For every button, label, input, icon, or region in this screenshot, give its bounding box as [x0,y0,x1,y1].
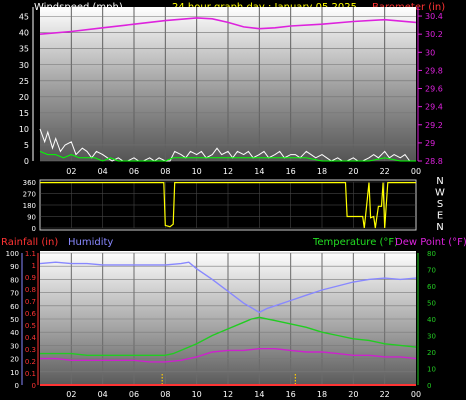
rainfall-tick-label: 0.6 [25,310,37,318]
time-tick-label: 04 [98,167,108,176]
time-tick-label: 22 [380,167,390,176]
humidity-tick-label: 70 [10,290,19,298]
humidity-tick-label: 40 [10,329,19,337]
direction-tick-label: 90 [27,214,36,222]
barometer-tick-label: 28.8 [425,157,443,166]
time-tick-label: 12 [223,390,233,399]
compass-label: N [436,176,443,187]
dewpoint-title: Dew Point (°F) [395,237,466,248]
rainfall-axis: 0 0.1 0.2 0.3 0.4 0.5 0.6 0.7 0.8 0.9 1 1.1 [25,250,39,390]
time-tick-label: 20 [348,390,358,399]
humidity-tick-label: 20 [10,356,19,364]
barometer-tick-label: 30.2 [425,30,443,39]
windspeed-axis: 0 5 10 15 20 25 30 35 40 45 [19,7,34,166]
time-tick-label: 12 [223,167,233,176]
temperature-tick-label: 20 [427,349,436,357]
humidity-title: Humidity [68,237,113,248]
direction-axis: 360 270 180 90 0 [23,179,36,233]
rainfall-tick-label: 0.1 [25,370,36,378]
time-tick-label: 02 [66,390,76,399]
rainfall-tick-label: 0.8 [25,286,36,294]
compass-label: E [437,211,443,222]
time-tick-label: 10 [192,167,202,176]
barometer-tick-label: 29.8 [425,66,443,75]
time-tick-label: 22 [380,390,390,399]
humidity-tick-label: 50 [10,316,19,324]
time-tick-label: 16 [286,167,296,176]
rainfall-tick-label: 0.7 [25,298,36,306]
time-tick-label: 14 [254,167,264,176]
rainfall-tick-label: 0.4 [25,334,37,342]
windspeed-tick-label: 20 [19,93,29,102]
windspeed-tick-label: 15 [19,109,29,118]
time-tick-label: 08 [160,390,170,399]
time-tick-label: 04 [98,390,108,399]
time-tick-label: 08 [160,167,170,176]
temperature-axis: 0 10 20 30 40 50 60 70 80 [417,250,436,390]
temperature-tick-label: 30 [427,333,436,341]
time-tick-label: 02 [66,167,76,176]
time-tick-label: 16 [286,390,296,399]
barometer-tick-label: 29.2 [425,121,443,130]
barometer-tick-label: 29.4 [425,103,443,112]
humidity-tick-label: 100 [6,250,19,258]
compass-labels: NWSEN [435,176,445,233]
time-tick-label: 00 [411,390,421,399]
humidity-tick-label: 60 [10,303,19,311]
barometer-tick-label: 29.6 [425,85,443,94]
temperature-title: Temperature (°F) [312,237,398,248]
windspeed-tick-label: 35 [19,45,29,54]
humidity-tick-label: 10 [10,369,19,377]
windspeed-tick-label: 30 [19,61,29,70]
windspeed-tick-label: 40 [19,29,29,38]
humidity-tick-label: 90 [10,263,19,271]
temperature-tick-label: 10 [427,366,436,374]
windspeed-tick-label: 0 [24,157,29,166]
rainfall-title: Rainfall (in) [1,237,58,248]
direction-tick-label: 180 [23,202,36,210]
windspeed-tick-label: 5 [24,141,29,150]
rainfall-tick-label: 0.2 [25,358,36,366]
rainfall-tick-label: 0 [32,382,36,390]
compass-label: W [435,188,445,199]
compass-label: S [437,199,443,210]
barometer-tick-label: 30.4 [425,12,443,21]
humidity-tick-label: 30 [10,342,19,350]
time-tick-label: 18 [317,167,327,176]
weather-graph: Windspeed (mph) 24 hour graph day : Janu… [1,2,466,399]
temperature-tick-label: 60 [427,283,436,291]
barometer-axis: 28.8 29 29.2 29.4 29.6 29.8 30 30.2 30.4 [417,7,443,166]
temperature-tick-label: 80 [427,250,436,258]
windspeed-tick-label: 45 [19,13,29,22]
compass-label: N [436,222,443,233]
rainfall-tick-label: 0.3 [25,346,36,354]
barometer-tick-label: 30 [425,48,435,57]
time-tick-label: 14 [254,390,264,399]
direction-tick-label: 0 [32,225,36,233]
temperature-tick-label: 70 [427,267,436,275]
humidity-tick-label: 80 [10,276,19,284]
rainfall-tick-label: 0.5 [25,322,36,330]
temperature-tick-label: 40 [427,316,436,324]
direction-tick-label: 270 [23,191,36,199]
barometer-tick-label: 29 [425,139,435,148]
rainfall-tick-label: 0.9 [25,274,36,282]
temperature-tick-label: 50 [427,300,436,308]
time-tick-label: 10 [192,390,202,399]
humidity-axis: 0 10 20 30 40 50 60 70 80 90 100 [6,250,23,390]
rainfall-tick-label: 1.1 [25,250,36,258]
time-tick-label: 18 [317,390,327,399]
windspeed-tick-label: 25 [19,77,29,86]
rainfall-tick-label: 1 [32,262,36,270]
time-tick-label: 00 [411,167,421,176]
time-tick-label: 20 [348,167,358,176]
windspeed-tick-label: 10 [19,125,29,134]
temperature-tick-label: 0 [427,382,431,390]
time-tick-label: 06 [129,167,139,176]
time-axis-top: 02 04 06 08 10 12 14 16 18 20 22 00 [66,167,421,176]
time-tick-label: 06 [129,390,139,399]
time-axis-bottom: 02 04 06 08 10 12 14 16 18 20 22 00 [66,390,421,399]
humidity-tick-label: 0 [15,382,19,390]
direction-tick-label: 360 [23,179,36,187]
